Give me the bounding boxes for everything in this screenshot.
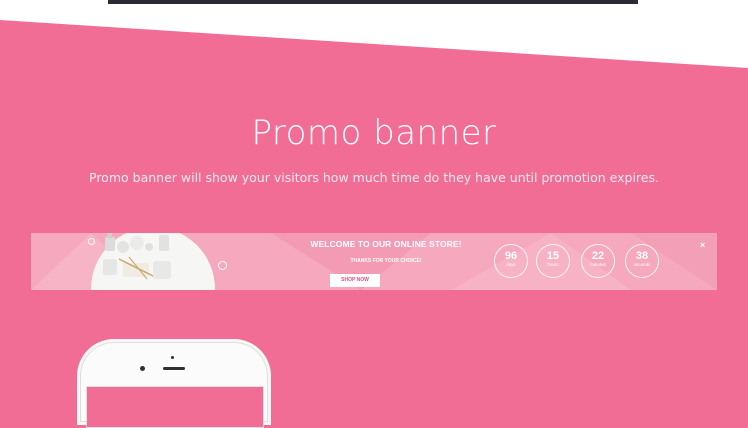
phone-camera-icon [171, 356, 174, 359]
page-description: Promo banner will show your visitors how… [89, 170, 659, 185]
shop-now-button[interactable]: SHOP NOW [330, 274, 380, 287]
countdown-days-value: 96 [504, 250, 518, 262]
countdown-days-unit: days [506, 262, 516, 267]
countdown-hours-unit: hours [547, 262, 559, 267]
countdown-hours: 15 hours [536, 244, 570, 278]
dark-top-bar [108, 0, 638, 4]
promo-banner: WELCOME TO OUR ONLINE STORE! THANKS FOR … [31, 233, 717, 290]
product-image [91, 233, 215, 290]
countdown-days: 96 days [494, 244, 528, 278]
countdown-seconds-value: 38 [635, 250, 649, 262]
page-title: Promo banner [251, 113, 497, 153]
phone-mockup [80, 342, 268, 428]
countdown-hours-value: 15 [546, 250, 560, 262]
slanted-white-header [0, 0, 748, 68]
countdown-minutes-unit: minutes [590, 262, 606, 267]
countdown-seconds: 38 seconds [625, 244, 659, 278]
decorative-ring [218, 261, 227, 270]
banner-heading: WELCOME TO OUR ONLINE STORE! [310, 239, 462, 249]
countdown-minutes-value: 22 [591, 250, 605, 262]
countdown-minutes: 22 minutes [581, 244, 615, 278]
close-icon[interactable]: × [700, 240, 705, 250]
spa-products-icon [103, 233, 171, 280]
phone-speaker-icon [163, 367, 185, 370]
phone-sensor-icon [140, 366, 145, 371]
phone-screen [86, 386, 264, 428]
countdown-seconds-unit: seconds [633, 262, 651, 267]
